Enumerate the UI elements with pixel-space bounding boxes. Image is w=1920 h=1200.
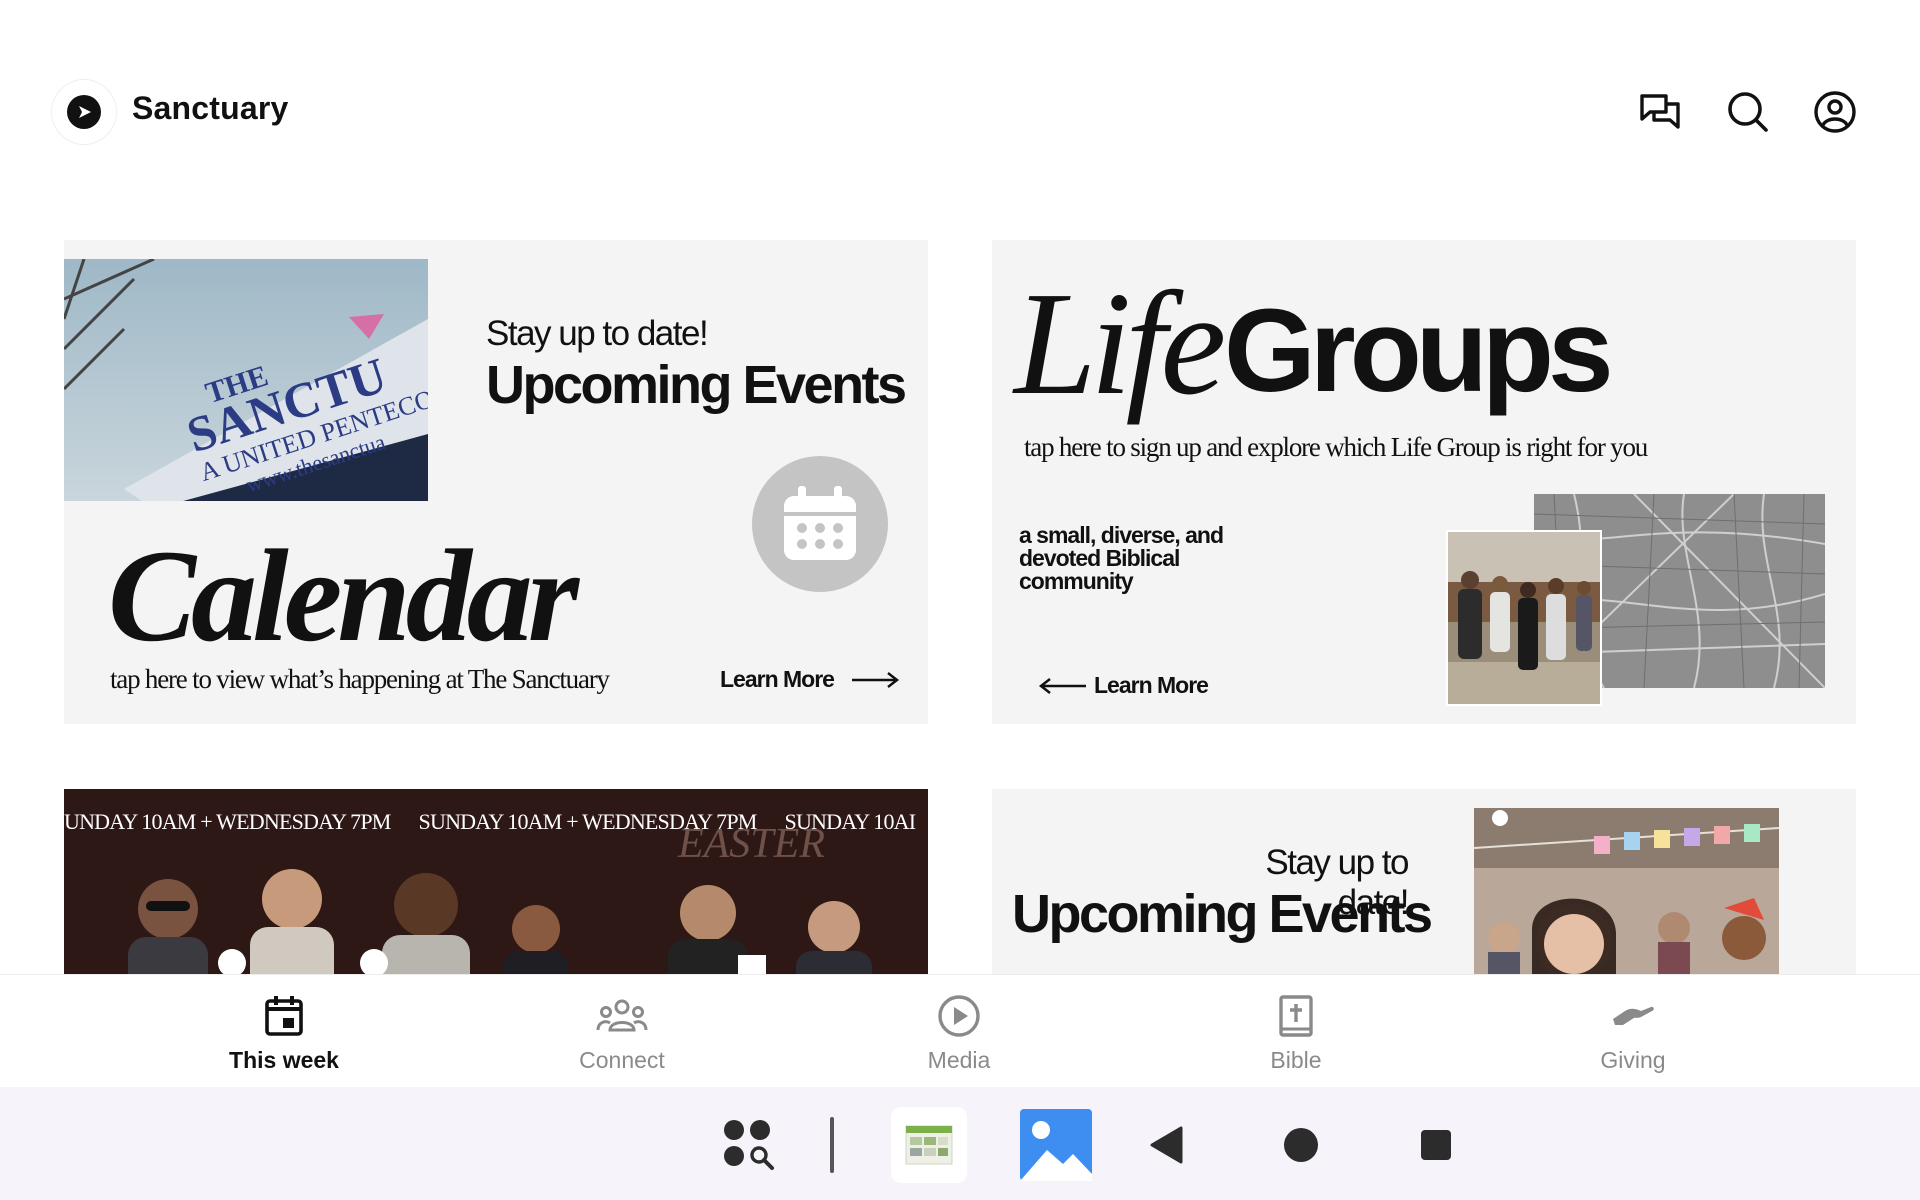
taskbar-divider — [830, 1117, 834, 1173]
service-times-ticker: UNDAY 10AM + WEDNESDAY 7PM SUNDAY 10AM + … — [64, 809, 916, 834]
app-search-icon[interactable] — [710, 1107, 786, 1183]
church-logo[interactable] — [52, 80, 116, 144]
people-icon — [596, 999, 648, 1032]
calendar-icon — [784, 486, 856, 560]
top-app-bar: Sanctuary — [0, 70, 1920, 154]
event-crowd-photo — [1474, 808, 1779, 979]
bottom-navigation: This week Connect Media Bible Giving — [0, 975, 1920, 1087]
life-groups-card[interactable]: Life Groups tap here to sign up and expl… — [992, 240, 1856, 724]
services-card[interactable]: EASTER UNDAY 10AM + WEDNESDAY 7PM SUNDAY … — [64, 789, 928, 979]
card-headline: Upcoming Events — [486, 355, 907, 415]
back-icon[interactable] — [1128, 1107, 1204, 1183]
calendar-badge — [752, 456, 888, 592]
arrow-left-icon — [1038, 678, 1086, 694]
upcoming-events-card[interactable]: Stay up to date! Upcoming Events — [992, 789, 1856, 979]
system-navigation-bar — [0, 1087, 1920, 1200]
giving-hand-icon — [1613, 1006, 1654, 1025]
gallery-app-icon[interactable] — [1018, 1107, 1094, 1183]
logo-icon — [67, 95, 101, 129]
arrow-right-icon — [852, 672, 900, 688]
calendar-app-icon[interactable] — [891, 1107, 967, 1183]
search-icon[interactable] — [1724, 88, 1772, 136]
nav-this-week[interactable]: This week — [174, 993, 394, 1083]
group-people-photo — [1446, 530, 1602, 706]
card-headline: Upcoming Events — [1012, 884, 1433, 944]
calendar-title: Calendar — [108, 522, 579, 669]
learn-more-link[interactable]: Learn More — [720, 666, 835, 693]
nav-bible[interactable]: Bible — [1186, 993, 1406, 1083]
app-title: Sanctuary — [132, 90, 289, 126]
card-subtitle: tap here to sign up and explore which Li… — [1024, 432, 1648, 462]
nav-giving[interactable]: Giving — [1523, 993, 1743, 1083]
bible-icon — [1279, 995, 1313, 1037]
nav-media[interactable]: Media — [849, 993, 1069, 1083]
account-icon[interactable] — [1811, 88, 1859, 136]
life-script-title: Life — [1014, 262, 1226, 426]
calendar-icon — [265, 996, 303, 1036]
recents-icon[interactable] — [1398, 1107, 1474, 1183]
learn-more-link[interactable]: Learn More — [1094, 672, 1209, 699]
life-groups-description: a small, diverse, and devoted Biblical c… — [1019, 522, 1224, 594]
play-icon — [938, 995, 980, 1037]
home-icon[interactable] — [1263, 1107, 1339, 1183]
app-screen: Sanctuary THE SANCTU A UNITED PENTECOS w… — [0, 0, 1920, 1200]
sanctuary-sign-photo: THE SANCTU A UNITED PENTECOS www.thesanc… — [64, 259, 428, 501]
kicker-text: Stay up to date! — [486, 314, 709, 353]
chat-icon[interactable] — [1636, 88, 1684, 136]
nav-connect[interactable]: Connect — [512, 993, 732, 1083]
groups-bold-title: Groups — [1224, 285, 1614, 417]
calendar-card[interactable]: THE SANCTU A UNITED PENTECOS www.thesanc… — [64, 240, 928, 724]
card-subtitle: tap here to view what’s happening at The… — [110, 664, 610, 694]
